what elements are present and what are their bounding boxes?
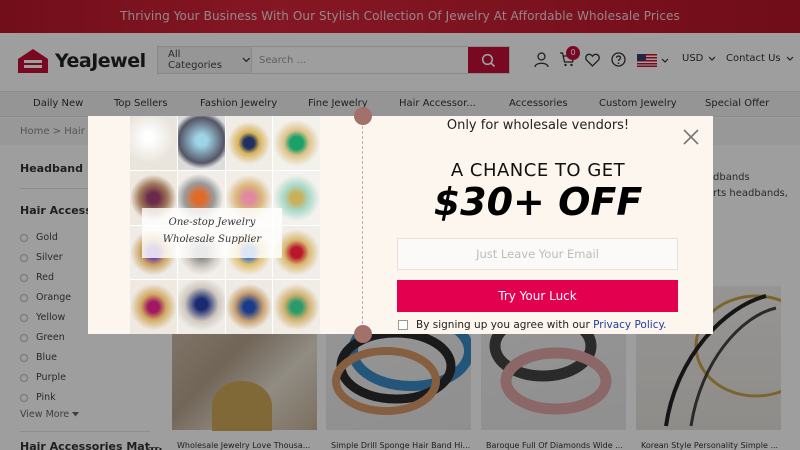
coupon-notch <box>354 107 372 125</box>
agree-checkbox[interactable] <box>398 320 408 330</box>
collage-caption: One-stop Jewelry Wholesale Supplier <box>142 208 282 258</box>
email-field[interactable] <box>397 238 678 270</box>
jewelry-tile <box>225 116 273 170</box>
jewelry-tile <box>273 116 320 170</box>
privacy-policy-link[interactable]: Privacy Policy. <box>593 319 666 331</box>
jewelry-tile <box>130 116 177 170</box>
jewelry-tile <box>177 116 225 170</box>
jewelry-tile <box>177 280 225 334</box>
modal-subheading: A CHANCE TO GET <box>450 160 626 181</box>
terms-prefix: By signing up you agree with our <box>416 319 594 331</box>
jewelry-tile <box>130 280 177 334</box>
jewelry-tile <box>225 280 273 334</box>
try-your-luck-button[interactable]: Try Your Luck <box>397 280 678 312</box>
coupon-perforation <box>362 116 363 334</box>
terms-text: By signing up you agree with our Privacy… <box>416 319 667 331</box>
jewelry-tile <box>273 280 320 334</box>
caption-line: One-stop Jewelry <box>168 217 256 228</box>
close-icon[interactable] <box>681 127 701 147</box>
coupon-notch <box>354 325 372 343</box>
caption-line: Wholesale Supplier <box>162 234 262 245</box>
modal-heading: Only for wholesale vendors! <box>446 118 630 133</box>
signup-modal: One-stop Jewelry Wholesale Supplier Only… <box>88 107 713 343</box>
discount-amount: $30+ OFF <box>433 180 643 224</box>
